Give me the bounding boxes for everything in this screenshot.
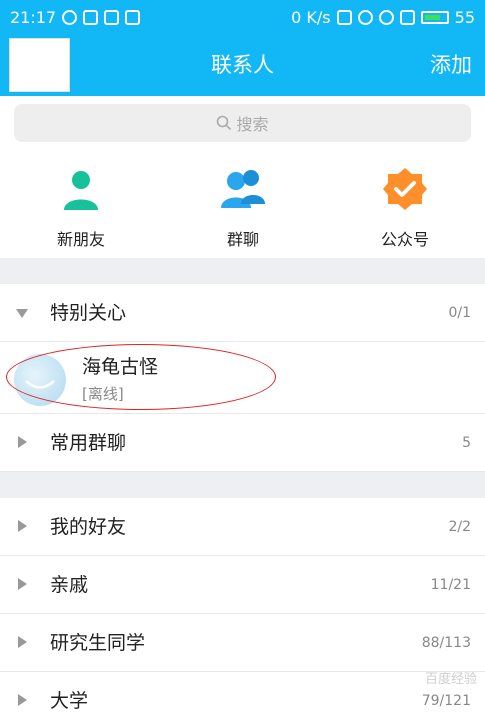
group-label: 常用群聊 xyxy=(50,432,127,454)
search-icon xyxy=(217,115,232,131)
search-area: 搜索 xyxy=(0,96,485,152)
battery-icon xyxy=(420,10,449,24)
alarm-icon xyxy=(357,9,373,25)
contact-item[interactable]: 海龟古怪 [离线] xyxy=(0,342,485,414)
collapse-arrow-icon xyxy=(18,578,27,590)
group-label: 特别关心 xyxy=(50,302,127,324)
shortcut-row: 新朋友 群聊 公众号 xyxy=(0,152,485,258)
image-icon xyxy=(83,9,99,25)
shortcut-label: 群聊 xyxy=(226,230,259,249)
highlight-ellipse xyxy=(6,344,276,410)
group-label: 亲戚 xyxy=(50,574,89,596)
wifi-icon xyxy=(378,9,394,25)
group-row-university[interactable]: 大学 79/121 xyxy=(0,672,485,728)
status-right: 0 K/s 55 xyxy=(291,8,475,27)
collapse-arrow-icon xyxy=(18,436,27,448)
group-row-grad[interactable]: 研究生同学 88/113 xyxy=(0,614,485,672)
new-friend-icon xyxy=(64,171,98,210)
vibrate-icon xyxy=(336,9,352,25)
collapse-arrow-icon xyxy=(18,636,27,648)
search-input[interactable]: 搜索 xyxy=(14,104,471,142)
group-section-1: 特别关心 0/1 海龟古怪 [离线] 常用群聊 5 xyxy=(0,284,485,472)
shortcut-official-account[interactable]: 公众号 xyxy=(345,166,465,250)
search-placeholder: 搜索 xyxy=(236,115,269,134)
mail-icon xyxy=(125,9,141,25)
group-section-2: 我的好友 2/2 亲戚 11/21 研究生同学 88/113 大学 79/121 xyxy=(0,498,485,728)
shortcut-new-friend[interactable]: 新朋友 xyxy=(21,166,141,250)
group-count: 2/2 xyxy=(448,519,471,535)
group-count: 88/113 xyxy=(421,635,471,651)
group-count: 11/21 xyxy=(430,577,471,593)
collapse-arrow-icon xyxy=(18,520,27,532)
shortcut-label: 新朋友 xyxy=(56,230,105,249)
group-row-relatives[interactable]: 亲戚 11/21 xyxy=(0,556,485,614)
group-count: 0/1 xyxy=(448,305,471,321)
group-row-special[interactable]: 特别关心 0/1 xyxy=(0,284,485,342)
notification-icon xyxy=(104,9,120,25)
expand-arrow-icon xyxy=(16,309,28,318)
title-bar: 联系人 添加 xyxy=(0,34,485,96)
battery-level: 55 xyxy=(454,7,475,27)
watermark: 百度经验 xyxy=(424,672,477,687)
shortcut-label: 公众号 xyxy=(380,230,429,249)
status-time: 21:17 xyxy=(10,7,57,27)
network-speed: 0 K/s xyxy=(291,7,331,27)
group-label: 大学 xyxy=(50,690,89,712)
group-label: 研究生同学 xyxy=(50,632,146,654)
signal-icon xyxy=(399,9,415,25)
group-row-friends[interactable]: 我的好友 2/2 xyxy=(0,498,485,556)
status-bar: 21:17 0 K/s 55 xyxy=(0,0,485,34)
status-left: 21:17 xyxy=(10,7,141,27)
group-chat-icon xyxy=(221,170,265,208)
group-row-frequent[interactable]: 常用群聊 5 xyxy=(0,414,485,472)
page-title: 联系人 xyxy=(211,53,274,77)
shortcut-group-chat[interactable]: 群聊 xyxy=(183,166,303,250)
group-count: 5 xyxy=(462,435,471,451)
collapse-arrow-icon xyxy=(18,694,27,706)
official-account-icon xyxy=(383,168,427,210)
clock-icon xyxy=(62,9,78,25)
group-label: 我的好友 xyxy=(50,516,127,538)
add-button[interactable]: 添加 xyxy=(430,34,472,96)
